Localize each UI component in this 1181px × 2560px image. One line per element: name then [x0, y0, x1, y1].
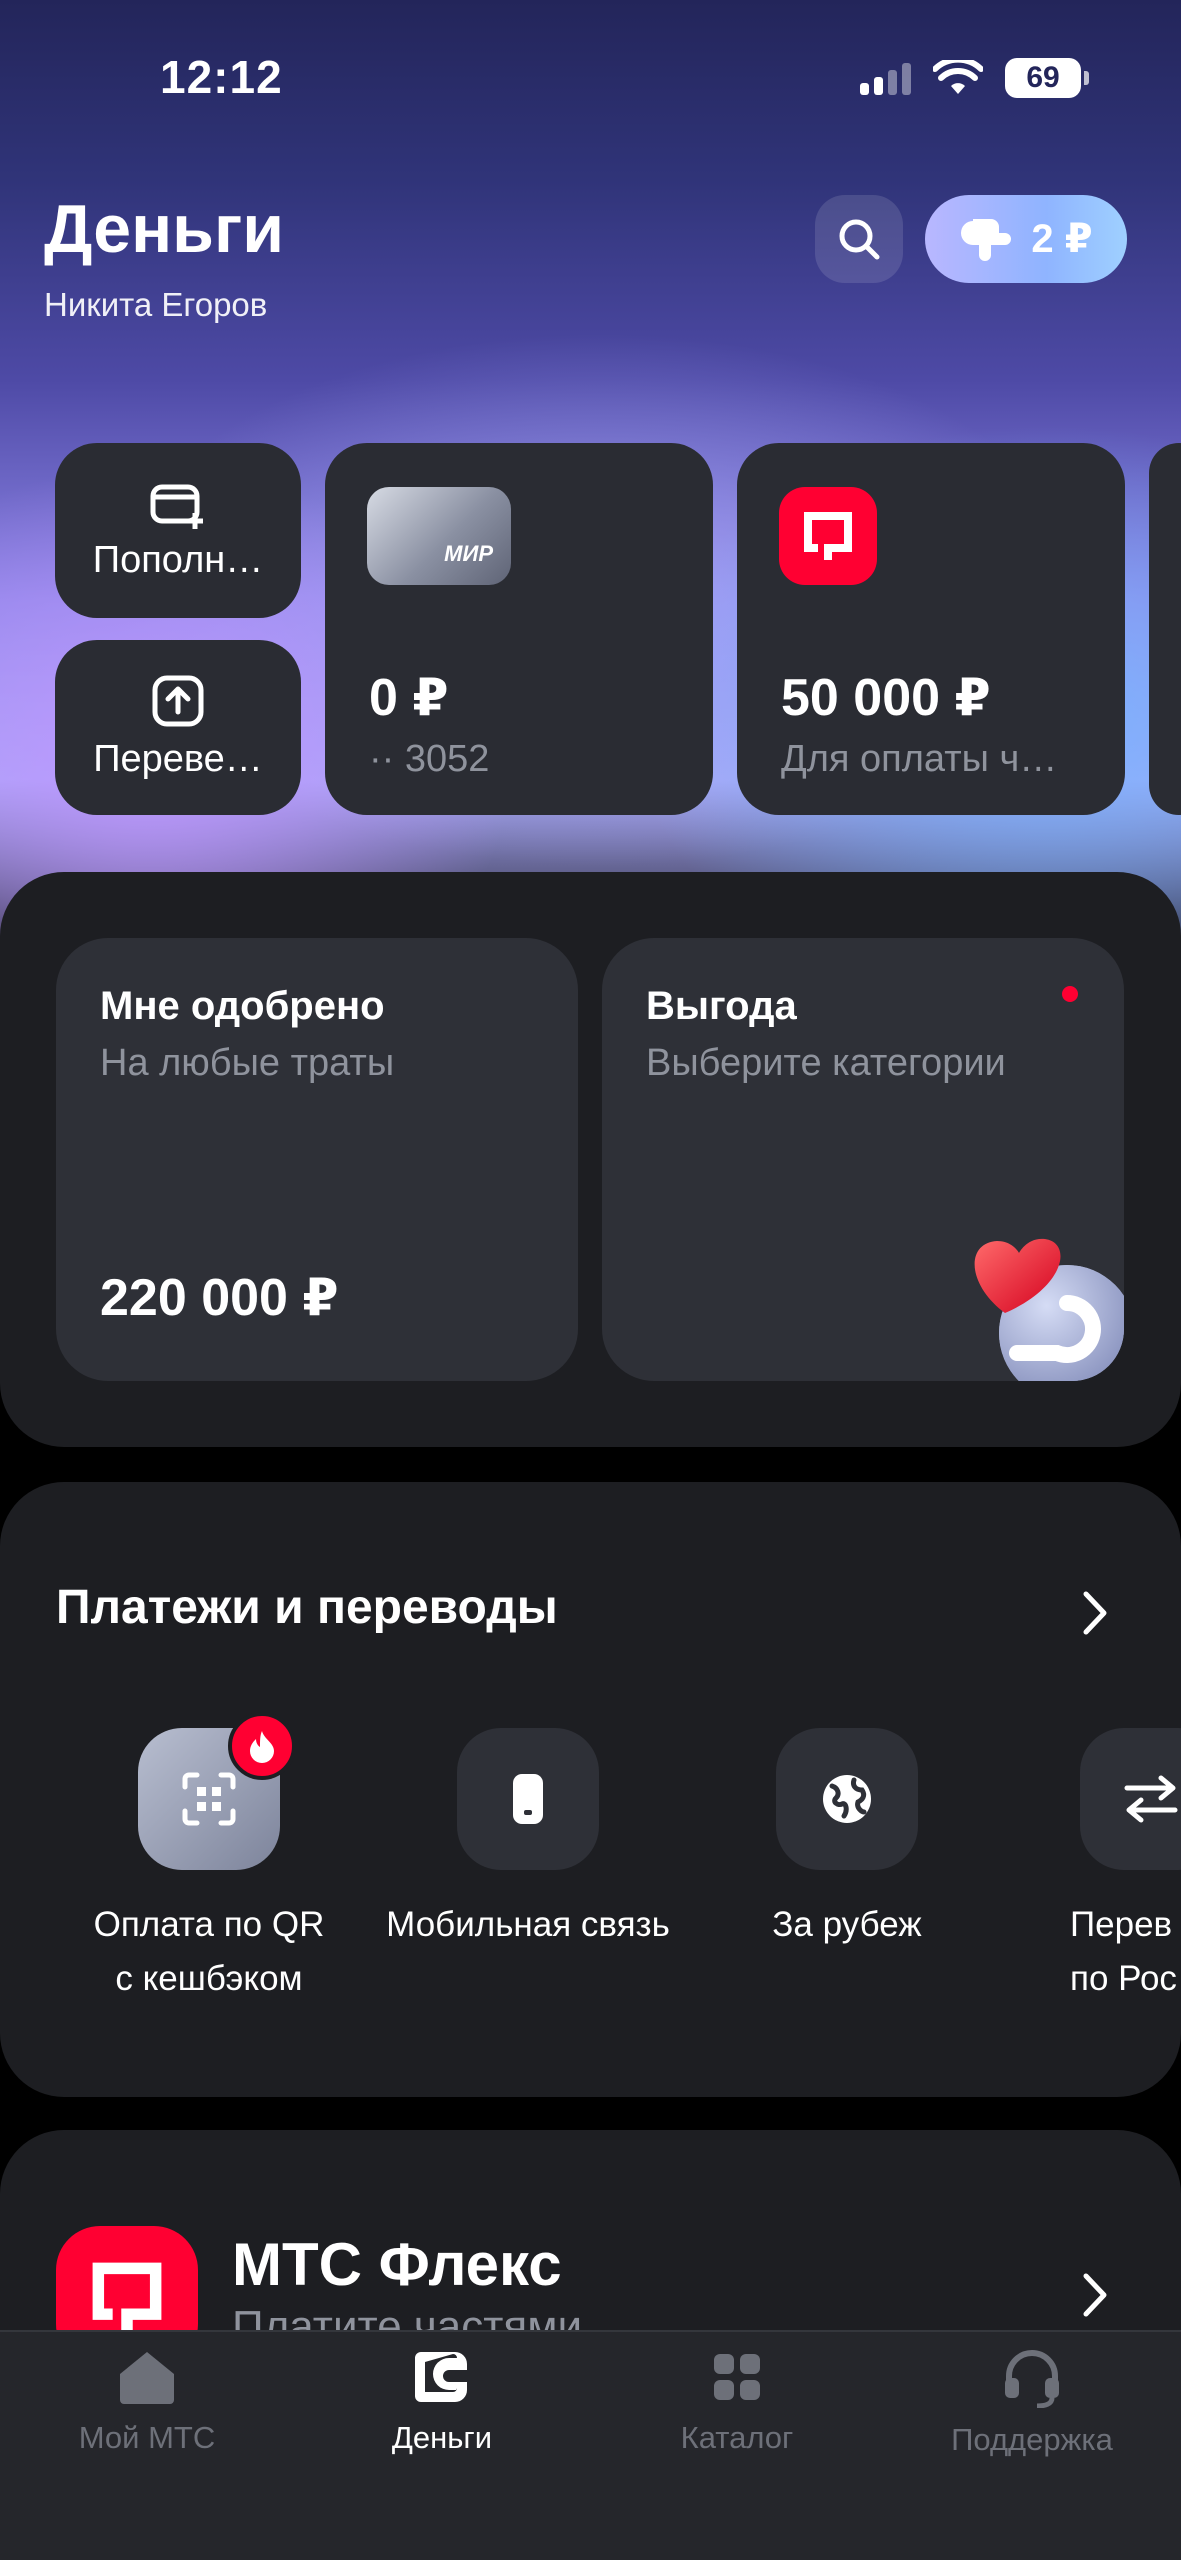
- mobile-action-tile: [457, 1728, 599, 1870]
- transfer-button[interactable]: Переве…: [55, 640, 301, 815]
- action-label: Оплата по QR: [93, 1905, 325, 1944]
- top-up-label: Пополн…: [92, 539, 264, 581]
- offer-subtitle: Выберите категории: [646, 1042, 1006, 1084]
- qr-action-tile: [138, 1712, 296, 1870]
- action-label-line2: по Рос: [1070, 1959, 1177, 1998]
- card-mir[interactable]: МИР 0 ₽ ·· 3052: [325, 443, 713, 815]
- cashback-balance-button[interactable]: 2 ₽: [925, 195, 1127, 283]
- notification-dot: [1062, 986, 1078, 1002]
- qr-scan-icon: [182, 1772, 236, 1826]
- card-balance: 0 ₽: [369, 669, 449, 727]
- cashback-icon: [961, 219, 1012, 261]
- card-next-partial[interactable]: [1149, 443, 1181, 815]
- battery-indicator: 69: [1005, 58, 1089, 98]
- nav-label: Поддержка: [951, 2422, 1113, 2457]
- transfer-action-tile: [1080, 1728, 1181, 1870]
- benefit-offer-card[interactable]: Выгода Выберите категории: [602, 938, 1124, 1381]
- russia-transfer-action[interactable]: Перев по Рос: [1006, 1728, 1181, 2006]
- home-icon: [120, 2352, 174, 2404]
- signal-icon: [860, 61, 911, 95]
- upload-arrow-icon: [152, 675, 204, 727]
- card-number: ·· 3052: [369, 738, 490, 780]
- globe-icon: [823, 1775, 871, 1823]
- abroad-transfer-action[interactable]: За рубеж: [687, 1728, 1007, 1952]
- nav-catalog[interactable]: Каталог: [592, 2348, 882, 2456]
- user-name: Никита Егоров: [44, 286, 268, 323]
- payments-title: Платежи и переводы: [56, 1581, 558, 1634]
- action-label: Мобильная связь: [386, 1905, 670, 1944]
- catalog-icon: [714, 2354, 760, 2400]
- search-icon: [839, 219, 880, 260]
- pay-by-qr-action[interactable]: Оплата по QR с кешбэком: [49, 1712, 369, 2006]
- action-label-line2: с кешбэком: [115, 1959, 303, 1998]
- status-time: 12:12: [160, 51, 283, 103]
- offer-title: Выгода: [646, 984, 797, 1028]
- flex-title: МТС Флекс: [232, 2231, 562, 2298]
- phone-icon: [513, 1774, 543, 1824]
- offer-title: Мне одобрено: [100, 984, 385, 1028]
- nav-label: Мой МТС: [78, 2420, 216, 2455]
- approved-offer-card[interactable]: Мне одобрено На любые траты 220 000 ₽: [56, 938, 578, 1381]
- cashback-amount: 2 ₽: [1031, 217, 1093, 261]
- support-icon: [1005, 2350, 1059, 2408]
- transfer-arrows-icon: [1124, 1775, 1178, 1823]
- card-brand: МИР: [444, 541, 493, 566]
- page-title: Деньги: [44, 191, 285, 267]
- nav-support[interactable]: Поддержка: [887, 2348, 1177, 2458]
- top-up-button[interactable]: Пополн…: [55, 443, 301, 618]
- wallet-plus-icon: [150, 484, 203, 529]
- abroad-action-tile: [776, 1728, 918, 1870]
- fire-icon: [250, 1731, 274, 1763]
- mts-logo-icon: [779, 487, 877, 585]
- money-icon: [415, 2352, 467, 2402]
- action-label: Перев: [1070, 1905, 1173, 1944]
- chevron-right-icon[interactable]: [1080, 2270, 1110, 2320]
- heart-cashback-illustration: [974, 1238, 1124, 1381]
- mir-card-thumbnail: МИР: [367, 487, 511, 585]
- wifi-icon: [933, 60, 983, 94]
- nav-my-mts[interactable]: Мой МТС: [2, 2348, 292, 2456]
- nav-label: Деньги: [391, 2420, 493, 2455]
- fire-badge: [228, 1712, 296, 1780]
- card-mts[interactable]: 50 000 ₽ Для оплаты ч…: [737, 443, 1125, 815]
- search-button[interactable]: [815, 195, 903, 283]
- chevron-right-icon[interactable]: [1080, 1588, 1110, 1638]
- card-description: Для оплаты ч…: [781, 738, 1058, 780]
- card-balance: 50 000 ₽: [781, 669, 991, 727]
- nav-label: Каталог: [680, 2420, 794, 2455]
- nav-money[interactable]: Деньги: [297, 2348, 587, 2456]
- mobile-payment-action[interactable]: Мобильная связь: [368, 1728, 688, 1952]
- transfer-label: Переве…: [93, 738, 263, 780]
- offer-subtitle: На любые траты: [100, 1042, 395, 1084]
- action-label: За рубеж: [772, 1905, 922, 1944]
- offer-amount: 220 000 ₽: [100, 1269, 339, 1327]
- status-icons: 69: [860, 58, 1089, 98]
